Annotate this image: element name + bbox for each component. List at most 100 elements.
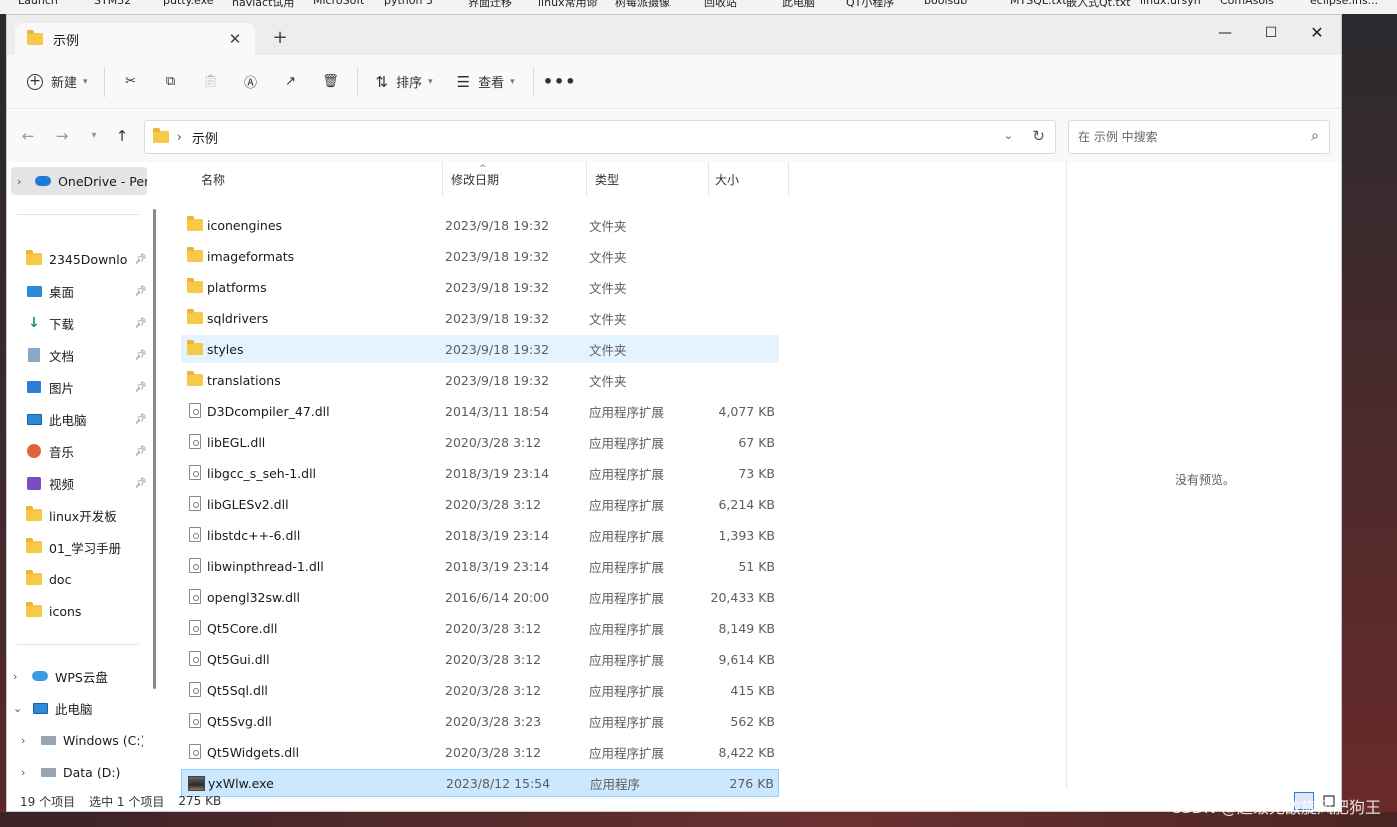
file-row[interactable]: libGLESv2.dll 2020/3/28 3:12 应用程序扩展 6,214 K… [181,490,779,518]
share-button[interactable]: ↗ [271,65,311,99]
file-name[interactable]: D3Dcompiler_47.dll [207,404,330,419]
sidebar-item-quick-access[interactable]: doc [7,565,147,593]
address-bar[interactable]: › 示例 ⌄ ↻ [144,120,1056,154]
sidebar-item-quick-access[interactable]: 文档 📌︎ [7,341,147,369]
sidebar-item-quick-access[interactable]: icons [7,597,147,625]
sidebar-item-drive[interactable]: › Data (D:) [7,758,147,786]
desktop-shortcut-label[interactable]: putty.exe [163,0,214,7]
file-name[interactable]: libstdc++-6.dll [207,528,300,543]
file-row[interactable]: opengl32sw.dll 2016/6/14 20:00 应用程序扩展 20,43… [181,583,779,611]
desktop-shortcut-label[interactable]: python 3 [384,0,433,7]
forward-button[interactable]: → [49,124,75,148]
file-row[interactable]: Qt5Svg.dll 2020/3/28 3:23 应用程序扩展 562 KB [181,707,779,735]
pin-icon[interactable]: 📌︎ [134,382,147,393]
file-name[interactable]: Qt5Widgets.dll [207,745,299,760]
file-row[interactable]: platforms 2023/9/18 19:32 文件夹 [181,273,779,301]
desktop-shortcut-label[interactable]: MYSQL.txt [1010,0,1067,7]
rename-button[interactable]: Ⓐ [231,65,271,99]
sidebar-item-quick-access[interactable]: 桌面 📌︎ [7,277,147,305]
desktop-shortcut-label[interactable]: 此电脑 [782,0,815,10]
sidebar-item-wps[interactable]: › WPS云盘 [7,662,147,690]
file-name[interactable]: translations [207,373,281,388]
file-row[interactable]: libwinpthread-1.dll 2018/3/19 23:14 应用程序扩展… [181,552,779,580]
file-name[interactable]: libEGL.dll [207,435,265,450]
desktop-shortcut-label[interactable]: linux常用命 [538,0,598,10]
pin-icon[interactable]: 📌︎ [134,478,147,489]
sidebar-item-quick-access[interactable]: 图片 📌︎ [7,373,147,401]
sidebar-item-quick-access[interactable]: 此电脑 📌︎ [7,405,147,433]
chevron-right-icon[interactable]: › [13,670,29,683]
desktop-shortcut-label[interactable]: 界面迁移 [468,0,512,10]
column-header-type[interactable]: 类型 [587,162,709,196]
address-history-button[interactable]: ⌄ [1004,129,1013,142]
file-row[interactable]: styles 2023/9/18 19:32 文件夹 [181,335,779,363]
file-row[interactable]: libgcc_s_seh-1.dll 2018/3/19 23:14 应用程序扩展 7… [181,459,779,487]
sidebar-item-quick-access[interactable]: 2345Downlo 📌︎ [7,245,147,273]
desktop-shortcut-label[interactable]: eclipse.ins... [1310,0,1378,7]
chevron-right-icon[interactable]: › [17,175,33,188]
desktop-shortcut-label[interactable]: ComAsois [1220,0,1274,7]
sidebar-scrollbar[interactable] [153,209,156,689]
maximize-button[interactable]: ☐ [1248,19,1294,47]
file-row[interactable]: Qt5Sql.dll 2020/3/28 3:12 应用程序扩展 415 KB [181,676,779,704]
column-header-size[interactable]: 大小 [709,162,789,196]
delete-button[interactable]: 🗑︎ [311,65,351,99]
sidebar-item-quick-access[interactable]: ↓ 下载 📌︎ [7,309,147,337]
file-name[interactable]: imageformats [207,249,294,264]
view-button[interactable]: ☰ 查看 ▾ [445,65,527,99]
refresh-button[interactable]: ↻ [1032,127,1045,145]
file-name[interactable]: libwinpthread-1.dll [207,559,324,574]
minimize-button[interactable]: — [1202,19,1248,47]
file-name[interactable]: Qt5Core.dll [207,621,277,636]
chevron-right-icon[interactable]: › [21,734,37,747]
chevron-down-icon[interactable]: ⌄ [13,702,29,715]
file-row[interactable]: Qt5Widgets.dll 2020/3/28 3:12 应用程序扩展 8,422 … [181,738,779,766]
recent-locations-button[interactable]: ▾ [81,124,107,148]
file-name[interactable]: Qt5Sql.dll [207,683,268,698]
file-row[interactable]: imageformats 2023/9/18 19:32 文件夹 [181,242,779,270]
tab-examples[interactable]: 示例 ✕ [15,23,255,55]
back-button[interactable]: ← [15,124,41,148]
file-name[interactable]: Qt5Svg.dll [207,714,272,729]
search-box[interactable]: ⌕ [1068,120,1330,154]
file-row[interactable]: Qt5Core.dll 2020/3/28 3:12 应用程序扩展 8,149 KB [181,614,779,642]
close-window-button[interactable]: ✕ [1294,19,1340,47]
sidebar-item-quick-access[interactable]: 音乐 📌︎ [7,437,147,465]
file-row[interactable]: D3Dcompiler_47.dll 2014/3/11 18:54 应用程序扩展 4… [181,397,779,425]
sidebar-item-onedrive[interactable]: › OneDrive - Per [11,167,147,195]
file-row[interactable]: Qt5Gui.dll 2020/3/28 3:12 应用程序扩展 9,614 KB [181,645,779,673]
file-name[interactable]: sqldrivers [207,311,268,326]
sidebar-item-quick-access[interactable]: linux开发板 [7,501,147,529]
desktop-shortcut-label[interactable]: boolsdb [924,0,967,7]
file-name[interactable]: libGLESv2.dll [207,497,289,512]
desktop-shortcut-label[interactable]: STM32 [94,0,131,7]
breadcrumb[interactable]: 示例 [192,128,218,147]
sidebar-item-drive[interactable]: › Windows (C:) [7,726,147,754]
copy-button[interactable]: ⧉ [151,65,191,99]
pin-icon[interactable]: 📌︎ [134,286,147,297]
search-icon[interactable]: ⌕ [1311,128,1319,144]
new-tab-button[interactable]: + [269,27,291,49]
file-row[interactable]: iconengines 2023/9/18 19:32 文件夹 [181,211,779,239]
up-button[interactable]: ↑ [109,124,135,148]
pin-icon[interactable]: 📌︎ [134,254,147,265]
sort-button[interactable]: ⇅ 排序 ▾ [364,65,445,99]
file-row[interactable]: translations 2023/9/18 19:32 文件夹 [181,366,779,394]
file-name[interactable]: platforms [207,280,267,295]
file-name[interactable]: Qt5Gui.dll [207,652,270,667]
file-row[interactable]: libEGL.dll 2020/3/28 3:12 应用程序扩展 67 KB [181,428,779,456]
file-name[interactable]: opengl32sw.dll [207,590,300,605]
desktop-shortcut-label[interactable]: linux.ursyn [1140,0,1201,7]
desktop-shortcut-label[interactable]: MicroSoft [313,0,364,7]
sidebar-item-quick-access[interactable]: 视频 📌︎ [7,469,147,497]
paste-button[interactable]: 📋︎ [191,65,231,99]
column-header-name[interactable]: 名称 [181,162,443,196]
column-header-date[interactable]: 修改日期 [443,162,587,196]
pin-icon[interactable]: 📌︎ [134,350,147,361]
pin-icon[interactable]: 📌︎ [134,446,147,457]
file-name[interactable]: libgcc_s_seh-1.dll [207,466,316,481]
search-input[interactable] [1078,130,1298,144]
close-tab-button[interactable]: ✕ [225,29,245,49]
more-options-button[interactable]: ••• [540,65,580,99]
file-name[interactable]: iconengines [207,218,282,233]
